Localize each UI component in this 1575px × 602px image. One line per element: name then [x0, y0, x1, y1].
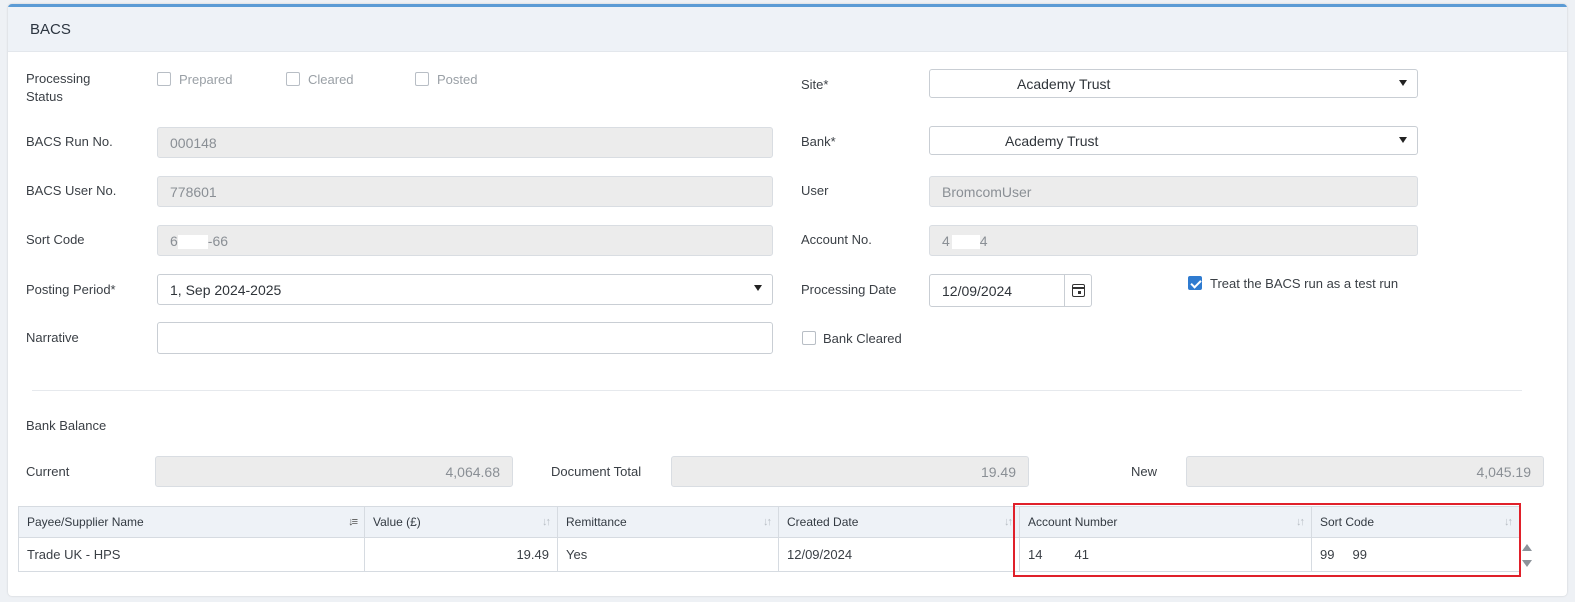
account-number-cell: 14 41 — [1019, 537, 1312, 572]
site-label: Site* — [801, 77, 829, 92]
test-run-label: Treat the BACS run as a test run — [1210, 276, 1399, 291]
chevron-down-icon — [1399, 80, 1407, 86]
scroll-up-icon[interactable] — [1522, 544, 1532, 551]
account-no-label: Account No. — [801, 232, 872, 247]
sort-code-field: 6 -66 — [157, 225, 773, 256]
sort-code-cell: 99 99 — [1311, 537, 1520, 572]
sort-code-prefix: 6 — [170, 233, 178, 249]
sort-code-label: Sort Code — [26, 232, 85, 247]
sort-code-part: 99 — [1352, 547, 1367, 562]
sort-icon[interactable]: ↓↑ — [1296, 516, 1305, 528]
column-header-label: Sort Code — [1320, 515, 1375, 529]
column-header-label: Account Number — [1028, 515, 1118, 529]
account-number-part: 41 — [1074, 547, 1089, 562]
narrative-input[interactable] — [157, 322, 773, 354]
processing-date-label: Processing Date — [801, 282, 897, 297]
panel-title: BACS — [30, 21, 71, 38]
chevron-down-icon — [754, 285, 762, 291]
cleared-label: Cleared — [308, 72, 354, 87]
redaction-mask — [951, 235, 980, 250]
narrative-label: Narrative — [26, 330, 79, 345]
bacs-run-label: BACS Run No. — [26, 134, 113, 149]
current-label: Current — [26, 464, 70, 479]
posting-period-label: Posting Period* — [26, 282, 116, 297]
column-header-label: Value (£) — [373, 515, 421, 529]
bacs-user-label: BACS User No. — [26, 183, 117, 198]
sort-ascending-icon[interactable]: ↓≡ — [348, 516, 358, 528]
bacs-run-field: 000148 — [157, 127, 773, 158]
created-date-cell: 12/09/2024 — [778, 537, 1020, 572]
account-no-prefix: 4 — [942, 233, 950, 249]
bank-value: Academy Trust — [1005, 133, 1099, 149]
sort-code-suffix: -66 — [207, 233, 229, 249]
bank-label: Bank* — [801, 134, 836, 149]
column-header-account-number[interactable]: Account Number ↓↑ — [1019, 506, 1312, 538]
date-picker-button[interactable] — [1065, 274, 1092, 307]
site-value: Academy Trust — [1017, 76, 1111, 92]
bank-cleared-checkbox[interactable] — [802, 331, 816, 345]
bank-cleared-label: Bank Cleared — [823, 331, 902, 346]
column-header-label: Remittance — [566, 515, 627, 529]
site-select[interactable]: Academy Trust — [929, 69, 1418, 98]
value-cell: 19.49 — [364, 537, 558, 572]
calendar-icon — [1072, 284, 1085, 297]
posting-period-value: 1, Sep 2024-2025 — [170, 282, 282, 298]
sort-icon[interactable]: ↓↑ — [1004, 516, 1013, 528]
user-field: BromcomUser — [929, 176, 1418, 207]
panel-header: BACS — [8, 7, 1567, 52]
column-header-remittance[interactable]: Remittance ↓↑ — [557, 506, 779, 538]
cleared-checkbox[interactable] — [286, 72, 300, 86]
posted-checkbox[interactable] — [415, 72, 429, 86]
column-header-sort-code[interactable]: Sort Code ↓↑ — [1311, 506, 1520, 538]
redaction-mask — [177, 235, 208, 250]
bank-select[interactable]: Academy Trust — [929, 126, 1418, 155]
column-header-value[interactable]: Value (£) ↓↑ — [364, 506, 558, 538]
new-label: New — [1131, 464, 1158, 479]
scroll-down-icon[interactable] — [1522, 560, 1532, 567]
posted-label: Posted — [437, 72, 478, 87]
column-header-created-date[interactable]: Created Date ↓↑ — [778, 506, 1020, 538]
scroll-control[interactable] — [1521, 542, 1533, 572]
payee-cell: Trade UK - HPS — [18, 537, 365, 572]
prepared-checkbox[interactable] — [157, 72, 171, 86]
prepared-label: Prepared — [179, 72, 233, 87]
table-row[interactable]: Trade UK - HPS 19.49 Yes 12/09/2024 14 41… — [18, 537, 1520, 572]
sort-icon[interactable]: ↓↑ — [542, 516, 551, 528]
account-number-part: 14 — [1028, 547, 1043, 562]
document-total-field: 19.49 — [671, 456, 1029, 487]
sort-icon[interactable]: ↓↑ — [1504, 516, 1513, 528]
user-label: User — [801, 183, 829, 198]
processing-status-label: Processing Status — [26, 71, 91, 104]
account-no-suffix: 4 — [979, 233, 988, 249]
sort-code-part: 99 — [1320, 547, 1335, 562]
processing-date-input[interactable]: 12/09/2024 — [929, 274, 1065, 307]
current-balance-field: 4,064.68 — [155, 456, 513, 487]
bacs-user-field: 778601 — [157, 176, 773, 207]
account-no-field: 44 — [929, 225, 1418, 256]
chevron-down-icon — [1399, 137, 1407, 143]
test-run-checkbox[interactable] — [1188, 276, 1202, 290]
remittance-cell: Yes — [557, 537, 779, 572]
document-total-label: Document Total — [551, 464, 642, 479]
column-header-payee[interactable]: Payee/Supplier Name ↓≡ — [18, 506, 365, 538]
bacs-payments-table: Payee/Supplier Name ↓≡ Value (£) ↓↑ Remitt… — [18, 506, 1520, 572]
column-header-label: Created Date — [787, 515, 859, 529]
section-divider — [32, 390, 1522, 391]
posting-period-select[interactable]: 1, Sep 2024-2025 — [157, 274, 773, 305]
sort-icon[interactable]: ↓↑ — [763, 516, 772, 528]
column-header-label: Payee/Supplier Name — [27, 515, 144, 529]
new-balance-field: 4,045.19 — [1186, 456, 1544, 487]
bank-balance-label: Bank Balance — [26, 418, 107, 433]
